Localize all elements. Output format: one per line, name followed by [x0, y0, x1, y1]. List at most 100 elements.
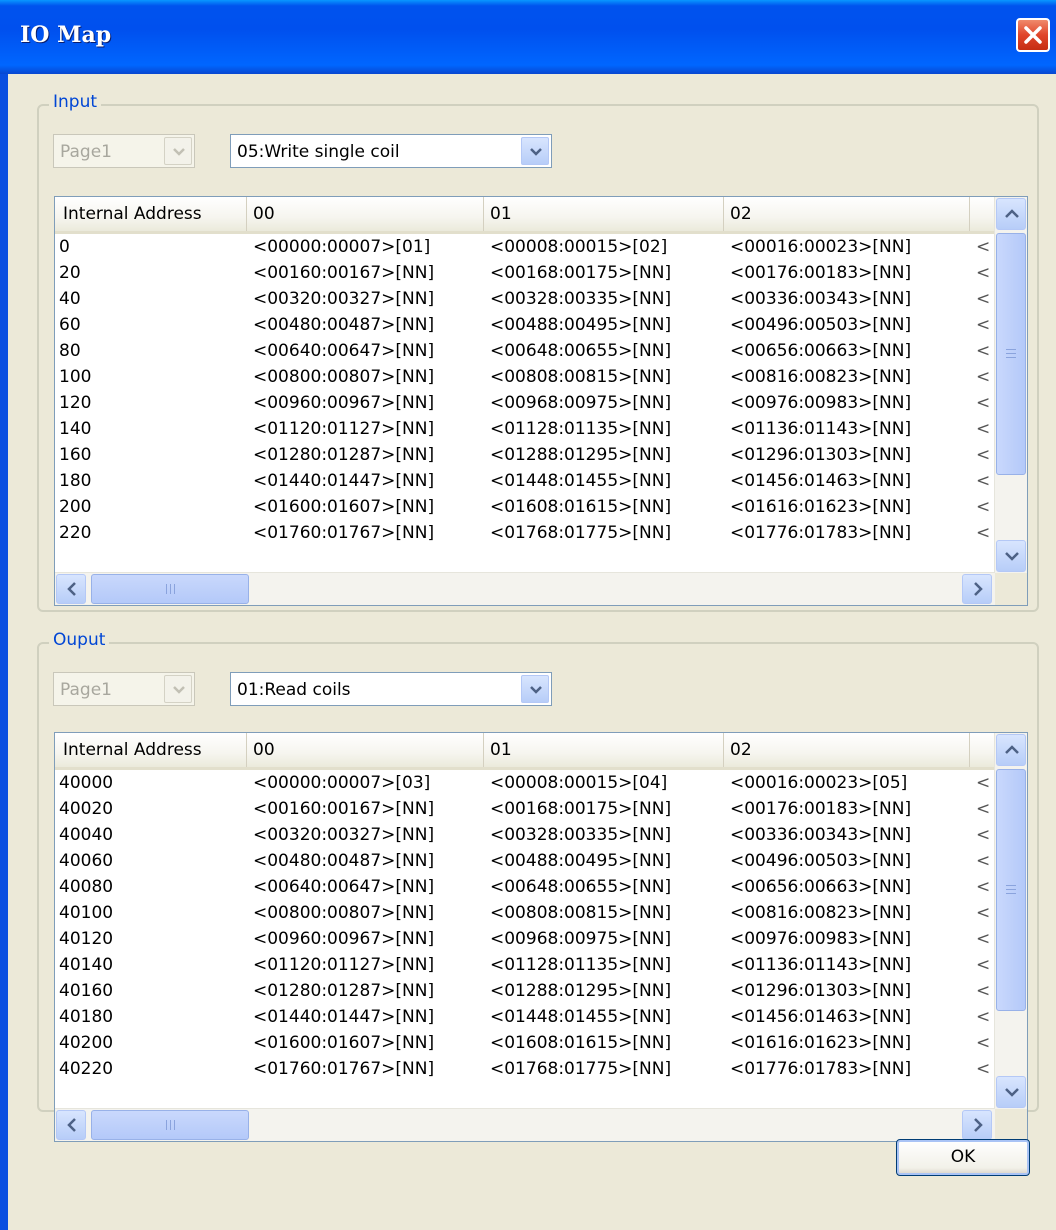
mapping-cell[interactable]: <00016:00023>[NN] [724, 234, 970, 260]
mapping-cell[interactable]: <01760:01767>[NN] [247, 520, 484, 546]
table-row[interactable]: 40100 <00800:00807>[NN] <00808:00815>[NN] <… [55, 900, 995, 926]
mapping-cell[interactable]: < [970, 468, 995, 494]
mapping-cell[interactable]: < [970, 1004, 995, 1030]
table-row[interactable]: 60 <00480:00487>[NN] <00488:00495>[NN] <004… [55, 312, 995, 338]
address-cell[interactable]: 40220 [55, 1056, 247, 1082]
table-row[interactable]: 40140 <01120:01127>[NN] <01128:01135>[NN] <… [55, 952, 995, 978]
table-row[interactable]: 220 <01760:01767>[NN] <01768:01775>[NN] <01… [55, 520, 995, 546]
scroll-left-button[interactable] [56, 1110, 86, 1140]
mapping-cell[interactable]: <00496:00503>[NN] [724, 848, 970, 874]
vertical-scroll-thumb[interactable] [996, 233, 1026, 475]
mapping-cell[interactable]: <01120:01127>[NN] [247, 416, 484, 442]
scroll-up-button[interactable] [996, 198, 1026, 230]
column-header-01[interactable]: 01 [484, 197, 724, 231]
mapping-cell[interactable]: < [970, 1056, 995, 1082]
scroll-up-button[interactable] [996, 734, 1026, 766]
mapping-cell[interactable]: < [970, 952, 995, 978]
mapping-cell[interactable]: <01760:01767>[NN] [247, 1056, 484, 1082]
mapping-cell[interactable]: <00320:00327>[NN] [247, 286, 484, 312]
mapping-cell[interactable]: < [970, 822, 995, 848]
address-cell[interactable]: 40180 [55, 1004, 247, 1030]
mapping-cell[interactable]: <01448:01455>[NN] [484, 1004, 724, 1030]
mapping-cell[interactable]: < [970, 260, 995, 286]
mapping-cell[interactable]: <00800:00807>[NN] [247, 900, 484, 926]
mapping-cell[interactable]: < [970, 364, 995, 390]
address-cell[interactable]: 40200 [55, 1030, 247, 1056]
table-row[interactable]: 180 <01440:01447>[NN] <01448:01455>[NN] <01… [55, 468, 995, 494]
column-header-02[interactable]: 02 [724, 733, 970, 767]
output-function-select[interactable]: 01:Read coils [230, 672, 552, 706]
mapping-cell[interactable]: <01440:01447>[NN] [247, 1004, 484, 1030]
mapping-cell[interactable]: <00336:00343>[NN] [724, 822, 970, 848]
mapping-cell[interactable]: <00656:00663>[NN] [724, 338, 970, 364]
mapping-cell[interactable]: <01768:01775>[NN] [484, 1056, 724, 1082]
table-row[interactable]: 200 <01600:01607>[NN] <01608:01615>[NN] <01… [55, 494, 995, 520]
mapping-cell[interactable]: <00008:00015>[04] [484, 770, 724, 796]
mapping-cell[interactable]: <01296:01303>[NN] [724, 442, 970, 468]
table-row[interactable]: 100 <00800:00807>[NN] <00808:00815>[NN] <00… [55, 364, 995, 390]
input-grid[interactable]: Internal Address 00 01 02 0 <00000:00007>… [54, 196, 1028, 606]
input-function-select[interactable]: 05:Write single coil [230, 134, 552, 168]
address-cell[interactable]: 40040 [55, 822, 247, 848]
vertical-scroll-thumb[interactable] [996, 769, 1026, 1011]
table-row[interactable]: 40180 <01440:01447>[NN] <01448:01455>[NN] <… [55, 1004, 995, 1030]
address-cell[interactable]: 160 [55, 442, 247, 468]
mapping-cell[interactable]: <00496:00503>[NN] [724, 312, 970, 338]
mapping-cell[interactable]: <01456:01463>[NN] [724, 1004, 970, 1030]
mapping-cell[interactable]: <01448:01455>[NN] [484, 468, 724, 494]
mapping-cell[interactable]: <01288:01295>[NN] [484, 442, 724, 468]
mapping-cell[interactable]: <01600:01607>[NN] [247, 494, 484, 520]
address-cell[interactable]: 40020 [55, 796, 247, 822]
mapping-cell[interactable]: < [970, 286, 995, 312]
input-vertical-scrollbar[interactable] [994, 197, 1027, 573]
mapping-cell[interactable]: < [970, 770, 995, 796]
mapping-cell[interactable]: <00480:00487>[NN] [247, 312, 484, 338]
address-cell[interactable]: 0 [55, 234, 247, 260]
table-row[interactable]: 40060 <00480:00487>[NN] <00488:00495>[NN] <… [55, 848, 995, 874]
scroll-down-button[interactable] [996, 540, 1026, 572]
address-cell[interactable]: 40080 [55, 874, 247, 900]
mapping-cell[interactable]: <00176:00183>[NN] [724, 796, 970, 822]
mapping-cell[interactable]: <00480:00487>[NN] [247, 848, 484, 874]
table-row[interactable]: 160 <01280:01287>[NN] <01288:01295>[NN] <01… [55, 442, 995, 468]
column-header-internal-address[interactable]: Internal Address [55, 197, 247, 231]
mapping-cell[interactable]: <00328:00335>[NN] [484, 286, 724, 312]
mapping-cell[interactable]: <00000:00007>[03] [247, 770, 484, 796]
address-cell[interactable]: 40060 [55, 848, 247, 874]
address-cell[interactable]: 120 [55, 390, 247, 416]
table-row[interactable]: 40040 <00320:00327>[NN] <00328:00335>[NN] <… [55, 822, 995, 848]
mapping-cell[interactable]: <00176:00183>[NN] [724, 260, 970, 286]
mapping-cell[interactable]: < [970, 312, 995, 338]
mapping-cell[interactable]: <01128:01135>[NN] [484, 952, 724, 978]
mapping-cell[interactable]: <00968:00975>[NN] [484, 926, 724, 952]
mapping-cell[interactable]: <01776:01783>[NN] [724, 520, 970, 546]
table-row[interactable]: 140 <01120:01127>[NN] <01128:01135>[NN] <01… [55, 416, 995, 442]
address-cell[interactable]: 40120 [55, 926, 247, 952]
column-header-03[interactable] [970, 197, 995, 231]
mapping-cell[interactable]: <00960:00967>[NN] [247, 926, 484, 952]
column-header-02[interactable]: 02 [724, 197, 970, 231]
mapping-cell[interactable]: <01128:01135>[NN] [484, 416, 724, 442]
mapping-cell[interactable]: <01600:01607>[NN] [247, 1030, 484, 1056]
mapping-cell[interactable]: <00656:00663>[NN] [724, 874, 970, 900]
mapping-cell[interactable]: <00168:00175>[NN] [484, 796, 724, 822]
address-cell[interactable]: 80 [55, 338, 247, 364]
mapping-cell[interactable]: <00976:00983>[NN] [724, 926, 970, 952]
mapping-cell[interactable]: <01296:01303>[NN] [724, 978, 970, 1004]
mapping-cell[interactable]: <01280:01287>[NN] [247, 442, 484, 468]
table-row[interactable]: 40 <00320:00327>[NN] <00328:00335>[NN] <003… [55, 286, 995, 312]
scroll-right-button[interactable] [962, 574, 992, 604]
mapping-cell[interactable]: <00160:00167>[NN] [247, 796, 484, 822]
mapping-cell[interactable]: < [970, 234, 995, 260]
output-grid[interactable]: Internal Address 00 01 02 40000 <00000:00… [54, 732, 1028, 1142]
mapping-cell[interactable]: <01280:01287>[NN] [247, 978, 484, 1004]
mapping-cell[interactable]: <00816:00823>[NN] [724, 364, 970, 390]
table-row[interactable]: 40020 <00160:00167>[NN] <00168:00175>[NN] <… [55, 796, 995, 822]
mapping-cell[interactable]: <01120:01127>[NN] [247, 952, 484, 978]
mapping-cell[interactable]: <01440:01447>[NN] [247, 468, 484, 494]
scroll-down-button[interactable] [996, 1076, 1026, 1108]
mapping-cell[interactable]: <00648:00655>[NN] [484, 338, 724, 364]
column-header-00[interactable]: 00 [247, 197, 484, 231]
horizontal-scroll-thumb[interactable] [91, 1110, 249, 1140]
mapping-cell[interactable]: <00168:00175>[NN] [484, 260, 724, 286]
